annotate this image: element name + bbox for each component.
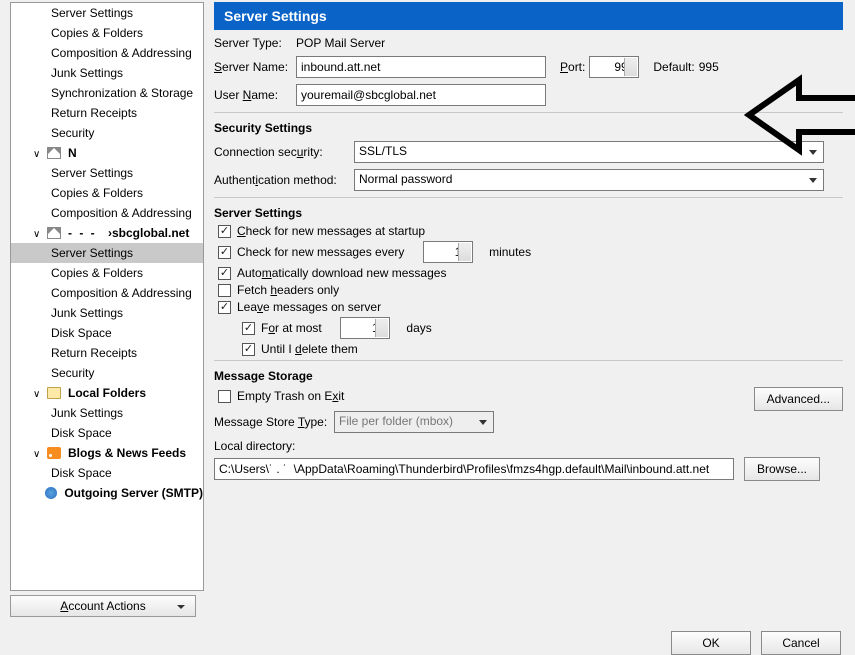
auto-download-checkbox[interactable] bbox=[218, 267, 231, 280]
globe-icon bbox=[45, 487, 57, 499]
outgoing-label: Outgoing Server (SMTP) bbox=[64, 486, 203, 500]
port-label: Port: bbox=[560, 60, 585, 74]
connection-security-label: Connection security: bbox=[214, 145, 354, 159]
leave-on-server-checkbox[interactable] bbox=[218, 301, 231, 314]
tree-blogs-disk[interactable]: Disk Space bbox=[11, 463, 203, 483]
rss-icon bbox=[47, 447, 61, 459]
cancel-button[interactable]: Cancel bbox=[761, 631, 841, 655]
tree-return-receipts[interactable]: Return Receipts bbox=[11, 103, 203, 123]
tree-local-disk[interactable]: Disk Space bbox=[11, 423, 203, 443]
page-title: Server Settings bbox=[214, 2, 843, 30]
tree-account-sbcglobal[interactable]: - - - ›sbcglobal.net bbox=[11, 223, 203, 243]
tree-a2-server[interactable]: Server Settings bbox=[11, 163, 203, 183]
tree-local-folders[interactable]: Local Folders bbox=[11, 383, 203, 403]
tree-local-junk[interactable]: Junk Settings bbox=[11, 403, 203, 423]
tree-a2-composition[interactable]: Composition & Addressing bbox=[11, 203, 203, 223]
auth-method-select[interactable]: Normal password bbox=[354, 169, 824, 191]
account-sbc-label: ›sbcglobal.net bbox=[108, 226, 189, 240]
tree-sbc-disk[interactable]: Disk Space bbox=[11, 323, 203, 343]
tree-sbc-composition[interactable]: Composition & Addressing bbox=[11, 283, 203, 303]
for-at-most-input[interactable] bbox=[340, 317, 390, 339]
check-every-label: Check for new messages every bbox=[237, 245, 404, 259]
account-2-label: N bbox=[68, 146, 77, 160]
tree-outgoing-smtp[interactable]: Outgoing Server (SMTP) bbox=[11, 483, 203, 503]
user-name-input[interactable] bbox=[296, 84, 546, 106]
local-folders-label: Local Folders bbox=[68, 386, 146, 400]
default-port-value: 995 bbox=[699, 60, 719, 74]
default-label: Default: bbox=[653, 60, 694, 74]
minutes-label: minutes bbox=[489, 245, 531, 259]
tree-junk[interactable]: Junk Settings bbox=[11, 63, 203, 83]
tree-copies-folders[interactable]: Copies & Folders bbox=[11, 23, 203, 43]
account-actions-button[interactable]: Account Actions bbox=[10, 595, 196, 617]
twisty-icon[interactable] bbox=[33, 226, 43, 240]
empty-trash-checkbox[interactable] bbox=[218, 390, 231, 403]
store-type-select: File per folder (mbox) bbox=[334, 411, 494, 433]
check-every-checkbox[interactable] bbox=[218, 246, 231, 259]
for-at-most-label: For at most bbox=[261, 321, 322, 335]
server-settings-head: Server Settings bbox=[214, 206, 843, 220]
settings-pane: Server Settings Server Type: POP Mail Se… bbox=[204, 0, 855, 595]
tree-sbc-security[interactable]: Security bbox=[11, 363, 203, 383]
tree-composition[interactable]: Composition & Addressing bbox=[11, 43, 203, 63]
folder-icon bbox=[47, 387, 61, 399]
local-dir-input[interactable] bbox=[214, 458, 734, 480]
server-name-input[interactable] bbox=[296, 56, 546, 78]
until-delete-label: Until I delete them bbox=[261, 342, 358, 356]
auto-download-label: Automatically download new messages bbox=[237, 266, 446, 280]
local-dir-label: Local directory: bbox=[214, 439, 843, 453]
user-name-label: User Name: bbox=[214, 88, 296, 102]
ok-button[interactable]: OK bbox=[671, 631, 751, 655]
server-name-label: Server Name: bbox=[214, 60, 296, 74]
mail-icon bbox=[47, 147, 61, 159]
port-input[interactable] bbox=[589, 56, 639, 78]
tree-a2-copies[interactable]: Copies & Folders bbox=[11, 183, 203, 203]
check-startup-label: Check for new messages at startup bbox=[237, 224, 425, 238]
twisty-icon[interactable] bbox=[33, 146, 43, 160]
tree-sbc-receipts[interactable]: Return Receipts bbox=[11, 343, 203, 363]
twisty-icon[interactable] bbox=[33, 386, 43, 400]
browse-button[interactable]: Browse... bbox=[744, 457, 820, 481]
tree-sbc-junk[interactable]: Junk Settings bbox=[11, 303, 203, 323]
auth-method-label: Authentication method: bbox=[214, 173, 354, 187]
days-label: days bbox=[406, 321, 431, 335]
tree-sbc-server[interactable]: Server Settings bbox=[11, 243, 203, 263]
store-type-label: Message Store Type: bbox=[214, 415, 334, 429]
account-tree[interactable]: Server Settings Copies & Folders Composi… bbox=[10, 2, 204, 591]
tree-account-2[interactable]: N bbox=[11, 143, 203, 163]
fetch-headers-checkbox[interactable] bbox=[218, 284, 231, 297]
mail-icon bbox=[47, 227, 61, 239]
message-storage-head: Message Storage bbox=[214, 369, 843, 383]
check-startup-checkbox[interactable] bbox=[218, 225, 231, 238]
connection-security-select[interactable]: SSL/TLS bbox=[354, 141, 824, 163]
tree-server-settings[interactable]: Server Settings bbox=[11, 3, 203, 23]
blogs-label: Blogs & News Feeds bbox=[68, 446, 186, 460]
check-every-input[interactable] bbox=[423, 241, 473, 263]
tree-sync-storage[interactable]: Synchronization & Storage bbox=[11, 83, 203, 103]
for-at-most-checkbox[interactable] bbox=[242, 322, 255, 335]
advanced-button[interactable]: Advanced... bbox=[754, 387, 843, 411]
server-type-label: Server Type: bbox=[214, 36, 296, 50]
until-delete-checkbox[interactable] bbox=[242, 343, 255, 356]
fetch-headers-label: Fetch headers only bbox=[237, 283, 339, 297]
tree-security[interactable]: Security bbox=[11, 123, 203, 143]
security-settings-head: Security Settings bbox=[214, 121, 843, 135]
server-type-value: POP Mail Server bbox=[296, 36, 385, 50]
tree-sbc-copies[interactable]: Copies & Folders bbox=[11, 263, 203, 283]
leave-on-server-label: Leave messages on server bbox=[237, 300, 381, 314]
empty-trash-label: Empty Trash on Exit bbox=[237, 389, 344, 403]
twisty-icon[interactable] bbox=[33, 446, 43, 460]
tree-blogs-feeds[interactable]: Blogs & News Feeds bbox=[11, 443, 203, 463]
